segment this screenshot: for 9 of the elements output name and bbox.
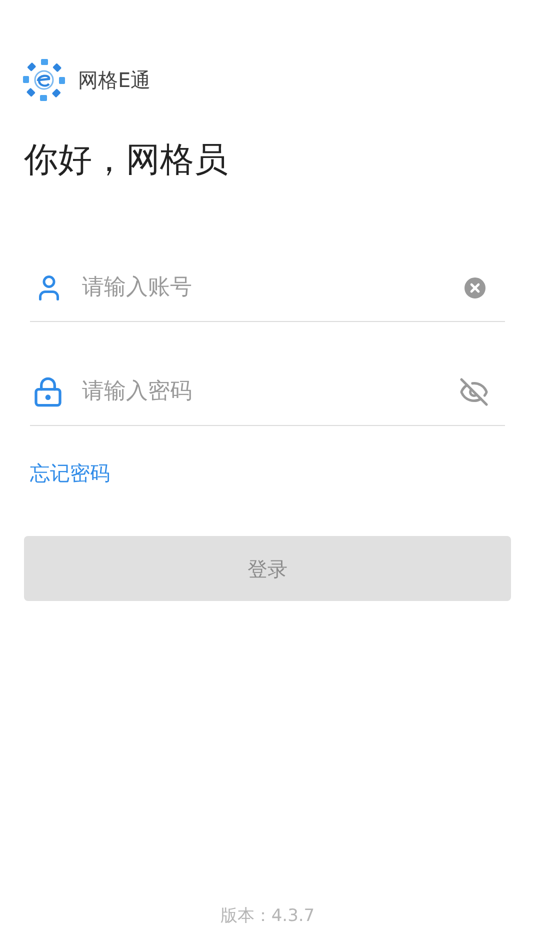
forgot-password-link[interactable]: 忘记密码 bbox=[30, 458, 110, 488]
greeting-heading: 你好，网格员 bbox=[24, 139, 228, 182]
lock-icon bbox=[32, 376, 64, 408]
password-field[interactable]: 请输入密码 bbox=[82, 375, 459, 408]
logo-icon bbox=[22, 58, 66, 102]
app-name: 网格E通 bbox=[78, 67, 151, 94]
version-text: 版本：4.3.7 bbox=[220, 904, 315, 928]
username-field[interactable]: 请输入账号 bbox=[82, 271, 461, 304]
eye-off-icon[interactable] bbox=[459, 376, 489, 406]
